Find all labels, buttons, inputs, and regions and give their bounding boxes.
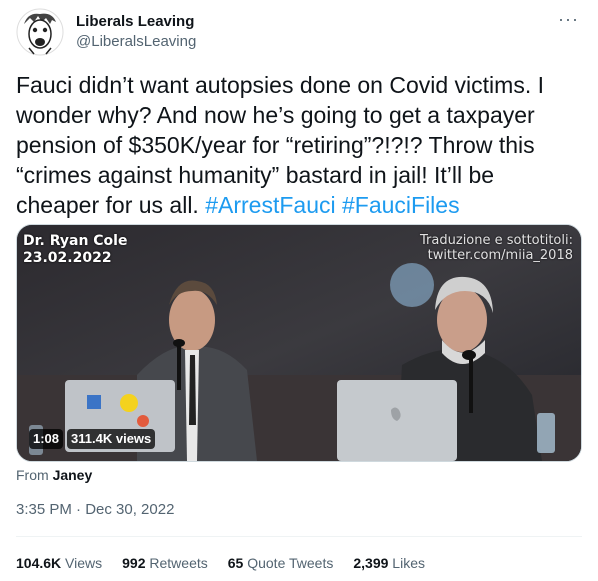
tweet-header: Liberals Leaving @LiberalsLeaving ···: [16, 8, 582, 64]
retweets-count: 992: [122, 555, 146, 571]
overlay-date: 23.02.2022: [23, 250, 112, 266]
video-duration-badge: 1:08: [29, 429, 64, 449]
tweet-stats: 104.6K Views 992 Retweets 65 Quote Tweet…: [16, 553, 425, 573]
tweet-timestamp[interactable]: 3:35 PM · Dec 30, 2022: [16, 500, 174, 520]
overlay-credit-line1: Traduzione e sottotitoli:: [420, 233, 573, 248]
hashtag-faucifiles[interactable]: #FauciFiles: [342, 192, 460, 218]
quotes-count: 65: [227, 555, 244, 571]
video-views-badge: 311.4K views: [67, 429, 156, 449]
hashtag-arrestfauci[interactable]: #ArrestFauci: [205, 192, 335, 218]
likes-count: 2,399: [353, 555, 389, 571]
tweet: Liberals Leaving @LiberalsLeaving ··· Fa…: [0, 0, 598, 581]
source-name-link[interactable]: Janey: [53, 467, 93, 483]
video-credit-overlay: Traduzione e sottotitoli: twitter.com/mi…: [420, 233, 573, 263]
likes-label: Likes: [392, 555, 425, 571]
quotes-label: Quote Tweets: [247, 555, 334, 571]
divider: [16, 536, 582, 537]
video-player[interactable]: Dr. Ryan Cole 23.02.2022 Traduzione e so…: [16, 224, 582, 462]
views-count: 104.6K: [16, 555, 62, 571]
more-options-icon[interactable]: ···: [558, 10, 578, 32]
retweets-label: Retweets: [149, 555, 208, 571]
caricature-avatar-icon[interactable]: [16, 8, 64, 56]
stat-views: 104.6K Views: [16, 553, 102, 573]
overlay-credit-line2: twitter.com/miia_2018: [427, 248, 573, 263]
stat-quote-tweets[interactable]: 65 Quote Tweets: [228, 553, 334, 573]
source-prefix: From: [16, 467, 49, 483]
stat-likes[interactable]: 2,399 Likes: [353, 553, 425, 573]
video-badges: 1:08 311.4K views: [29, 429, 156, 449]
stat-retweets[interactable]: 992 Retweets: [122, 553, 208, 573]
views-label: Views: [65, 555, 103, 571]
author-display-name[interactable]: Liberals Leaving: [76, 12, 196, 32]
tweet-text: Fauci didn’t want autopsies done on Covi…: [16, 70, 582, 220]
overlay-name: Dr. Ryan Cole: [23, 233, 128, 249]
author-handle[interactable]: @LiberalsLeaving: [76, 32, 196, 52]
author-names: Liberals Leaving @LiberalsLeaving: [76, 12, 196, 52]
video-caption-overlay: Dr. Ryan Cole 23.02.2022: [23, 233, 127, 267]
video-source: From Janey: [16, 465, 92, 485]
